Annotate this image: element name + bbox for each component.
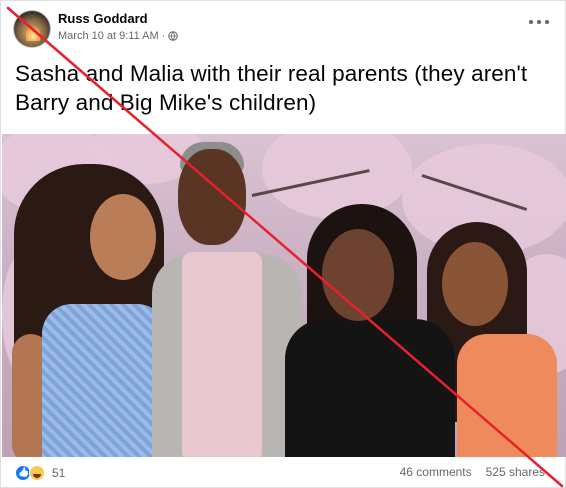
person-1-dress [42, 304, 167, 457]
person-3-face [322, 229, 394, 321]
shares-count[interactable]: 525 shares [486, 465, 545, 479]
comments-count[interactable]: 46 comments [400, 465, 472, 479]
person-2-shirt [182, 252, 262, 457]
person-3-dress [285, 319, 455, 457]
post-stats: 46 comments 525 shares [400, 465, 545, 479]
post-photo[interactable] [2, 134, 566, 457]
author-avatar[interactable] [13, 10, 51, 48]
ellipsis-icon[interactable] [529, 15, 549, 29]
person-4-top [457, 334, 557, 457]
author-name[interactable]: Russ Goddard [58, 11, 148, 26]
person-1-face [90, 194, 156, 280]
reaction-count: 51 [52, 466, 66, 480]
meta-separator: · [161, 30, 166, 42]
facebook-post: Russ Goddard March 10 at 9:11 AM · Sasha… [0, 0, 566, 488]
post-text: Sasha and Malia with their real parents … [15, 61, 528, 115]
reactions-summary[interactable]: 51 [15, 465, 65, 481]
person-4-face [442, 242, 508, 326]
avatar-image [26, 25, 40, 41]
haha-icon [29, 465, 45, 481]
globe-icon[interactable] [168, 31, 179, 41]
post-timestamp[interactable]: March 10 at 9:11 AM [58, 30, 159, 42]
person-2-face [178, 149, 246, 245]
post-meta: March 10 at 9:11 AM · [58, 30, 179, 42]
